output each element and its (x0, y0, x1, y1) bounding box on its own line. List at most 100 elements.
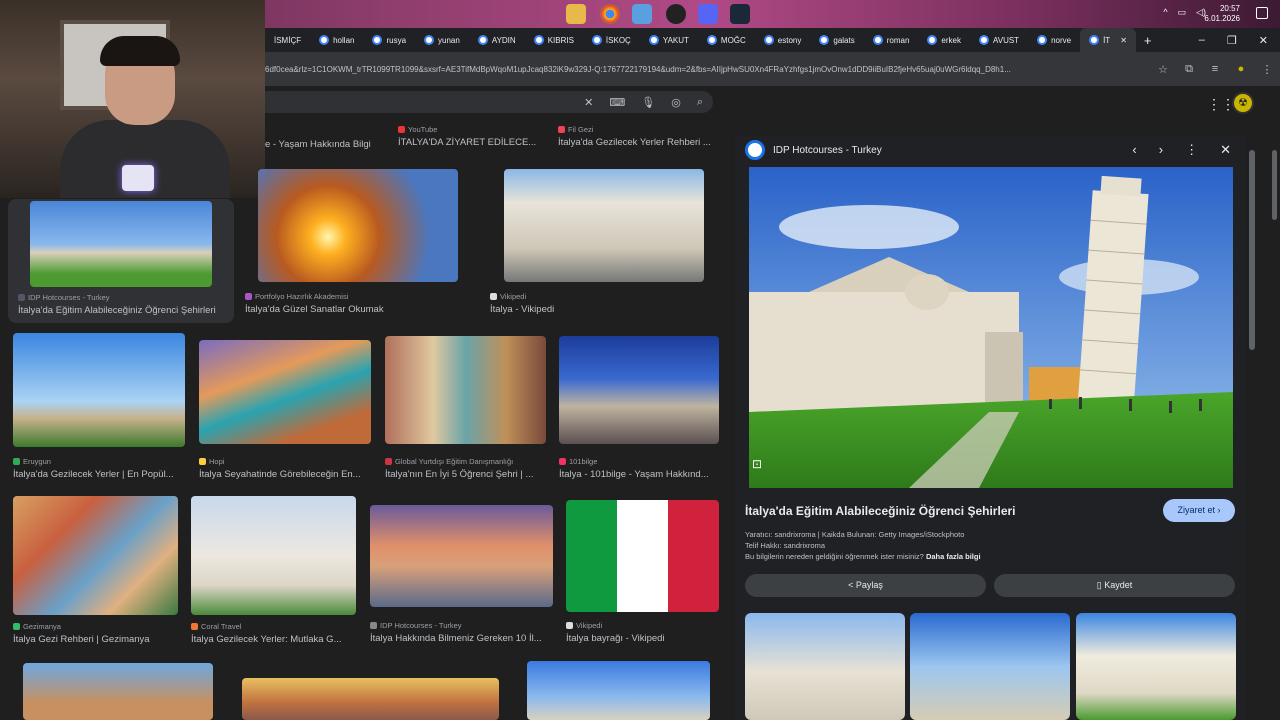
visit-button[interactable]: Ziyaret et › (1163, 499, 1235, 522)
menu-kebab-icon[interactable]: ⋮ (1254, 63, 1280, 76)
result-card[interactable]: Coral Travel İtalya Gezilecek Yerler: Mu… (191, 496, 359, 645)
clock-time: 20:57 (1219, 4, 1240, 13)
keyboard-icon[interactable]: ⌨ (609, 96, 625, 109)
search-icon[interactable]: ⌕ (697, 96, 703, 109)
tab[interactable]: hollan (310, 28, 363, 52)
google-favicon (706, 35, 717, 45)
page-scrollbar[interactable] (1272, 150, 1277, 220)
network-icon[interactable]: ▭ (1178, 7, 1187, 18)
tab[interactable]: AVUST (970, 28, 1028, 52)
tab[interactable]: norve (1028, 28, 1080, 52)
tab[interactable]: MOĞC (698, 28, 755, 52)
apps-grid-icon[interactable]: ⋮⋮ (1207, 96, 1235, 113)
chevron-left-icon[interactable]: ‹ (1132, 142, 1136, 158)
folder-icon[interactable] (566, 4, 586, 24)
result-card[interactable]: Portfolyo Hazırlık Akademisi İtalya'da G… (245, 169, 460, 315)
tab[interactable]: galats (810, 28, 863, 52)
result-card[interactable]: Hopi İtalya Seyahatinde Görebileceğin En… (199, 340, 374, 480)
related-image[interactable] (745, 613, 905, 720)
chevron-right-icon[interactable]: › (1159, 142, 1163, 158)
save-button[interactable]: ▯ Kaydet (994, 574, 1235, 597)
result-card[interactable]: 101bilge İtalya - 101bilge - Yaşam Hakkı… (559, 336, 724, 480)
tab[interactable]: YAKUT (640, 28, 698, 52)
close-icon[interactable]: ✕ (1220, 142, 1231, 158)
related-image[interactable] (910, 613, 1070, 720)
preview-image[interactable]: ⊡ (749, 167, 1233, 488)
microphone-search-icon[interactable]: 🎙 (641, 96, 655, 109)
extensions-icon[interactable]: ⧉ (1176, 63, 1202, 76)
bookmark-star-icon[interactable]: ☆ (1150, 63, 1176, 76)
google-favicon (819, 35, 830, 45)
taskbar-clock[interactable]: 20:57 6.01.2026 (1204, 4, 1240, 24)
lens-icon[interactable]: ◎ (671, 96, 681, 109)
related-image[interactable] (1076, 613, 1236, 720)
lens-search-icon[interactable]: ⊡ (752, 457, 762, 471)
result-image (30, 201, 212, 287)
search-box[interactable]: ✕ ⌨ 🎙 ◎ ⌕ (265, 91, 713, 113)
tab-label: erkek (941, 35, 961, 45)
obs-icon[interactable] (666, 4, 686, 24)
result-title: İtalya Seyahatinde Görebileceğin En... (199, 469, 361, 480)
browser-tab-bar: İSMİÇF hollan rusya yunan AYDIN KIBRIS İ… (265, 28, 1280, 52)
result-card[interactable]: Vikipedi İtalya bayrağı - Vikipedi (566, 500, 721, 644)
tab[interactable]: erkek (918, 28, 970, 52)
new-tab-button[interactable]: + (1136, 33, 1160, 48)
webcam-person-hair (100, 36, 180, 66)
result-card[interactable]: Eruygun İtalya'da Gezilecek Yerler | En … (13, 333, 188, 480)
chrome-icon[interactable] (600, 4, 620, 24)
result-card[interactable]: Fil Gezi İtalya'da Gezilecek Yerler Rehb… (558, 125, 718, 148)
notification-icon[interactable] (1256, 7, 1268, 19)
site-icon (558, 126, 565, 133)
site-icon (191, 623, 198, 630)
bookmark-icon: ▯ (1096, 580, 1102, 590)
preview-source[interactable]: IDP Hotcourses - Turkey (773, 145, 882, 156)
tab-label: estony (777, 35, 802, 45)
restore-icon[interactable]: ❐ (1227, 34, 1237, 47)
result-image[interactable] (242, 678, 499, 720)
result-image[interactable] (527, 661, 710, 720)
more-options-icon[interactable]: ⋮ (1185, 142, 1198, 158)
app-icon[interactable] (632, 4, 652, 24)
google-favicon (1037, 35, 1048, 45)
tab-label: MOĞC (720, 35, 746, 45)
result-card[interactable]: YouTube İTALYA'DA ZİYARET EDİLECE... (398, 125, 543, 148)
tab[interactable]: İSKOÇ (583, 28, 640, 52)
steam-icon[interactable] (730, 4, 750, 24)
result-card[interactable]: Gezimanya İtalya Gezi Rehberi | Gezimany… (13, 496, 181, 645)
share-button[interactable]: < Paylaş (745, 574, 986, 597)
result-card[interactable]: Global Yurtdışı Eğitim Danışmanlığı İtal… (385, 336, 550, 480)
tab[interactable]: rusya (363, 28, 415, 52)
tab[interactable]: roman (864, 28, 919, 52)
tab[interactable]: AYDIN (469, 28, 525, 52)
site-icon (199, 458, 206, 465)
result-image (191, 496, 356, 615)
tab[interactable]: estony (755, 28, 811, 52)
google-favicon (927, 35, 938, 45)
result-image[interactable] (23, 663, 213, 720)
clear-search-icon[interactable]: ✕ (584, 96, 593, 109)
visit-label: Ziyaret et (1177, 505, 1215, 515)
media-icon[interactable]: ≡ (1202, 63, 1228, 75)
url-field[interactable]: 6df0cea&rlz=1C1OKWM_trTR1099TR1099&sxsrf… (265, 65, 1150, 74)
tab-active[interactable]: İT ✕ (1080, 28, 1136, 52)
discord-icon[interactable] (698, 4, 718, 24)
preview-title[interactable]: İtalya'da Eğitim Alabileceğiniz Öğrenci … (745, 504, 1016, 518)
result-card[interactable]: IDP Hotcourses - Turkey İtalya Hakkında … (370, 505, 560, 644)
result-card[interactable]: Vikipedi İtalya - Vikipedi (490, 169, 705, 315)
tab[interactable]: yunan (415, 28, 469, 52)
panel-scrollbar[interactable] (1249, 150, 1255, 350)
close-tab-icon[interactable]: ✕ (1120, 36, 1127, 45)
close-window-icon[interactable]: ✕ (1259, 34, 1268, 47)
profile-icon[interactable]: ● (1228, 63, 1254, 75)
tab-label: hollan (333, 35, 355, 45)
result-source-label: Hopi (209, 457, 225, 466)
google-favicon (763, 35, 774, 45)
learn-more-link[interactable]: Daha fazla bilgi (926, 552, 981, 561)
tab[interactable]: KIBRIS (525, 28, 583, 52)
result-card[interactable]: e - Yaşam Hakkında Bilgi (265, 125, 390, 150)
minimize-icon[interactable]: – (1199, 34, 1205, 47)
result-card-selected[interactable]: IDP Hotcourses - Turkey İtalya'da Eğitim… (8, 199, 234, 323)
tab[interactable]: İSMİÇF (265, 28, 310, 52)
chevron-up-icon[interactable]: ^ (1163, 7, 1167, 18)
avatar[interactable]: ☢ (1232, 92, 1254, 114)
